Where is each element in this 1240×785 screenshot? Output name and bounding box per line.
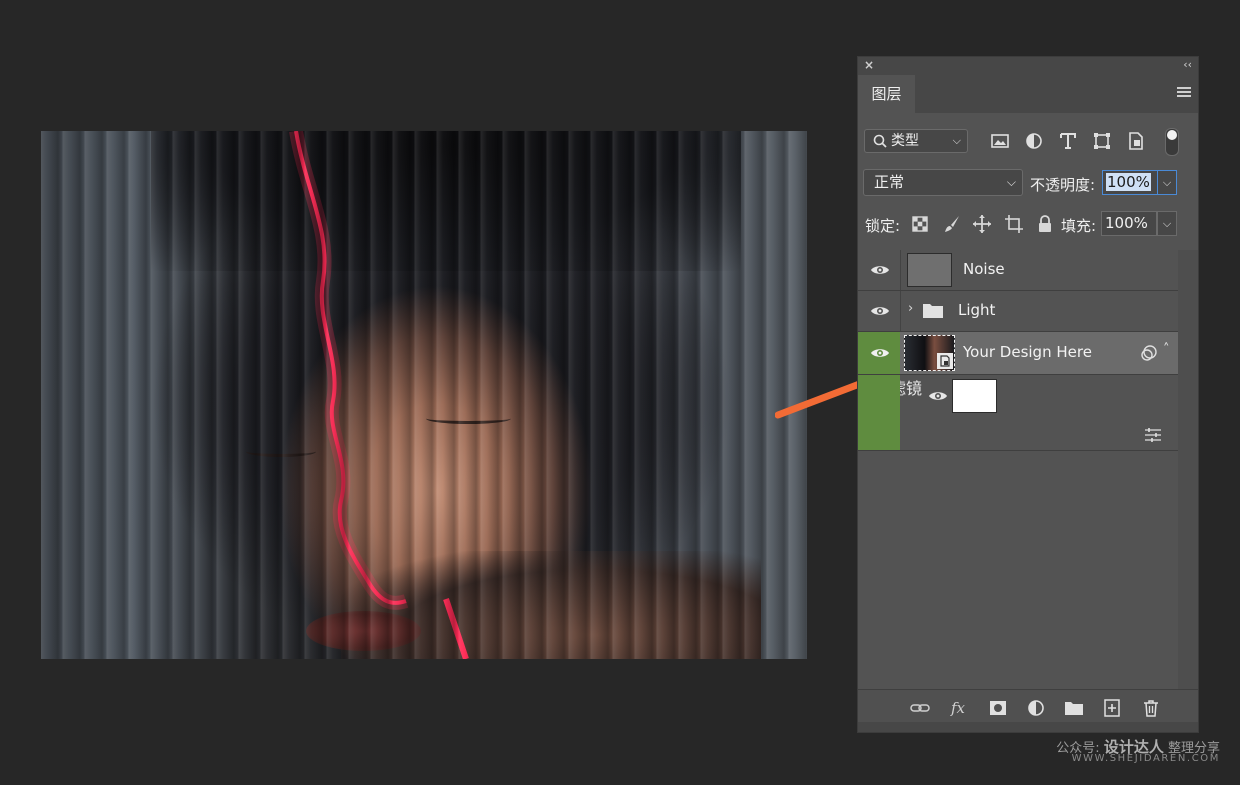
chevron-down-icon: ⌵	[1006, 175, 1016, 189]
blend-mode-value: 正常	[874, 173, 905, 191]
chevron-down-icon: ⌵	[952, 134, 961, 147]
collapse-chevron-icon[interactable]: ˄	[1163, 342, 1170, 357]
fill-dropdown-button[interactable]: ⌵	[1157, 211, 1177, 236]
smart-filters-row[interactable]: 智能滤镜	[858, 375, 1178, 416]
panel-titlebar: × ‹‹	[858, 57, 1198, 75]
document-canvas-image	[41, 131, 807, 659]
blend-mode-select[interactable]: 正常 ⌵	[863, 169, 1023, 196]
layer-name: Light	[958, 301, 996, 319]
folder-icon[interactable]	[1064, 699, 1084, 717]
filter-select-label: 类型	[891, 133, 919, 149]
opacity-label: 不透明度:	[1030, 176, 1096, 194]
panel-bottom-toolbar: fx	[858, 689, 1198, 724]
opacity-dropdown-button[interactable]: ⌵	[1157, 170, 1177, 195]
close-icon[interactable]: ×	[864, 58, 874, 72]
adjustment-icon[interactable]	[1026, 699, 1046, 717]
smart-object-filter-icon[interactable]	[1126, 131, 1146, 151]
layer-list-scrollbar[interactable]	[1178, 250, 1198, 695]
blending-options-icon[interactable]	[1144, 428, 1162, 442]
layer-name: Noise	[963, 260, 1005, 278]
panel-menu-icon[interactable]	[1177, 87, 1191, 99]
filter-row-displace[interactable]: 置换	[858, 416, 1178, 451]
layer-row-light[interactable]: › Light	[858, 291, 1178, 332]
layer-row-your-design-here[interactable]: Your Design Here ˄	[858, 332, 1178, 375]
selection-indicator	[858, 416, 900, 450]
link-icon[interactable]	[910, 699, 930, 717]
fx-icon[interactable]: fx	[948, 699, 968, 717]
visibility-toggle[interactable]	[858, 291, 901, 331]
lock-transparent-pixels-icon[interactable]	[910, 214, 930, 234]
panel-tabbar: 图层	[858, 75, 1198, 113]
adjustment-layer-filter-icon[interactable]	[1024, 131, 1044, 151]
eye-icon[interactable]	[928, 389, 948, 403]
fill-input[interactable]: 100%	[1101, 211, 1157, 236]
eye-icon	[871, 266, 889, 274]
selection-indicator	[858, 375, 900, 416]
smart-object-thumbnail	[904, 335, 955, 371]
filter-toggle-switch[interactable]	[1165, 128, 1179, 156]
layer-thumbnail	[907, 253, 952, 287]
mask-icon[interactable]	[988, 699, 1008, 717]
smart-filter-effects-icon[interactable]	[1140, 344, 1158, 362]
eye-icon	[871, 307, 889, 315]
opacity-input[interactable]: 100%	[1102, 170, 1158, 195]
expand-chevron-icon[interactable]: ›	[908, 301, 913, 316]
opacity-value: 100%	[1106, 173, 1151, 191]
type-layer-filter-icon[interactable]	[1058, 131, 1078, 151]
layer-filter-select[interactable]: 类型 ⌵	[864, 129, 968, 153]
fill-value: 100%	[1105, 214, 1148, 232]
lock-all-icon[interactable]	[1035, 214, 1055, 234]
layers-panel: × ‹‹ 图层 类型 ⌵ 正常 ⌵ 不透明度: 100% ⌵ 锁定: 填充: 1…	[857, 56, 1199, 733]
filter-mask-thumbnail	[952, 379, 997, 413]
lock-label: 锁定:	[865, 217, 901, 235]
smart-object-badge-icon	[937, 353, 953, 369]
new-layer-icon[interactable]	[1102, 699, 1122, 717]
eye-icon	[871, 349, 889, 357]
panel-resize-bar[interactable]	[858, 722, 1198, 732]
folder-icon	[923, 304, 943, 318]
lock-artboard-icon[interactable]	[1004, 214, 1024, 234]
layer-name: Your Design Here	[963, 343, 1092, 361]
layer-row-noise[interactable]: Noise	[858, 250, 1178, 291]
collapse-icon[interactable]: ‹‹	[1183, 58, 1192, 71]
displacement-stripes	[41, 131, 807, 659]
search-icon	[873, 134, 887, 148]
visibility-toggle[interactable]	[858, 250, 901, 290]
shape-layer-filter-icon[interactable]	[1092, 131, 1112, 151]
lock-position-icon[interactable]	[972, 214, 992, 234]
visibility-toggle[interactable]	[858, 332, 900, 374]
fill-label: 填充:	[1061, 217, 1097, 235]
pixel-layer-filter-icon[interactable]	[990, 131, 1010, 151]
trash-icon[interactable]	[1141, 699, 1161, 717]
watermark-url: WWW.SHEJIDAREN.COM	[1071, 753, 1220, 764]
tab-layers[interactable]: 图层	[858, 75, 915, 113]
lock-image-pixels-icon[interactable]	[942, 214, 962, 234]
